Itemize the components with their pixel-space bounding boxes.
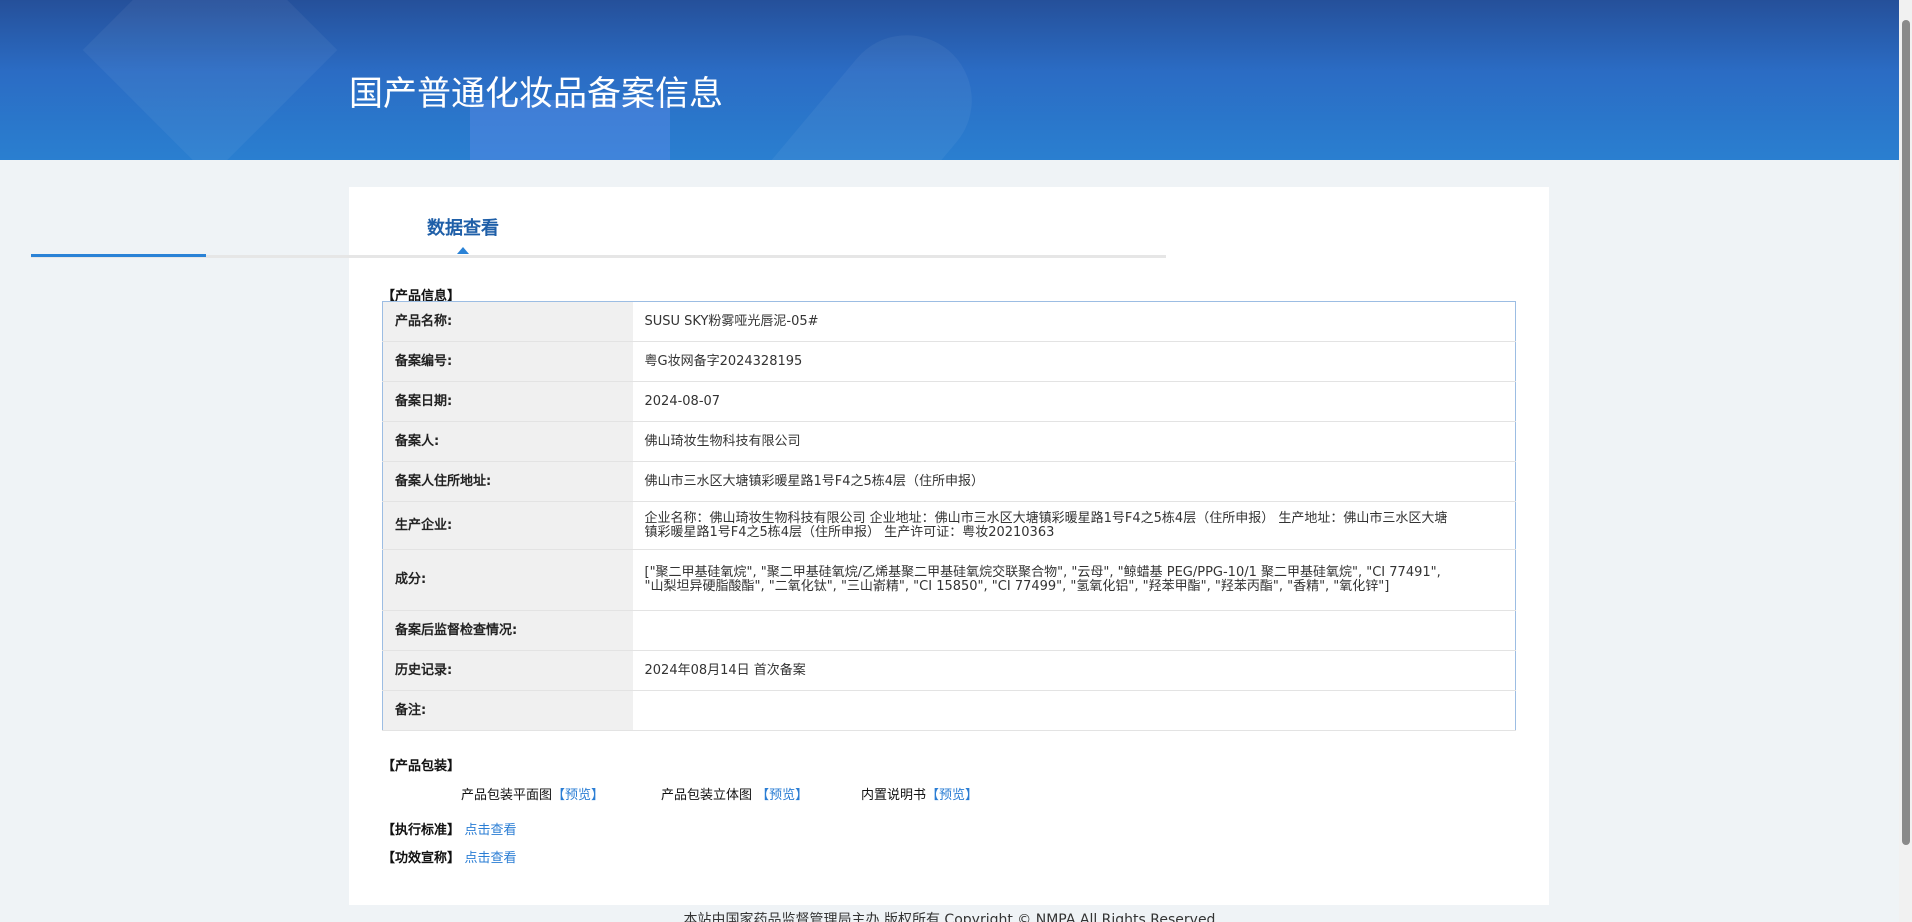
banner-decoration [731, 8, 999, 160]
packaging-label: 产品包装立体图 [661, 788, 757, 803]
table-row: 历史记录: 2024年08月14日 首次备案 [382, 650, 1516, 691]
table-row: 备案日期: 2024-08-07 [382, 381, 1516, 422]
scrollbar-thumb[interactable] [1902, 20, 1910, 845]
packaging-label: 内置说明书 [861, 788, 927, 803]
row-value [632, 610, 1516, 651]
tab-active-indicator [31, 254, 206, 257]
packaging-item-3d: 产品包装立体图 【预览】 [661, 784, 808, 803]
page-title: 国产普通化妆品备案信息 [349, 74, 723, 114]
row-value: 企业名称：佛山琦妆生物科技有限公司 企业地址：佛山市三水区大塘镇彩暖星路1号F4… [632, 501, 1516, 550]
table-row: 产品名称: SUSU SKY粉雾哑光唇泥-05# [382, 301, 1516, 342]
row-label: 历史记录: [382, 650, 633, 691]
row-label: 生产企业: [382, 501, 633, 550]
table-row: 成分: ["聚二甲基硅氧烷", "聚二甲基硅氧烷/乙烯基聚二甲基硅氧烷交联聚合物"… [382, 549, 1516, 611]
row-value: 粤G妆网备字2024328195 [632, 341, 1516, 382]
table-row: 备案人住所地址: 佛山市三水区大塘镇彩暖星路1号F4之5栋4层（住所申报） [382, 461, 1516, 502]
row-value [632, 690, 1516, 731]
preview-link-flat[interactable]: 【预览】 [552, 788, 604, 803]
row-value: SUSU SKY粉雾哑光唇泥-05# [632, 301, 1516, 342]
row-value: 2024年08月14日 首次备案 [632, 650, 1516, 691]
row-value: 佛山市三水区大塘镇彩暖星路1号F4之5栋4层（住所申报） [632, 461, 1516, 502]
row-value: 2024-08-07 [632, 381, 1516, 422]
table-row: 备注: [382, 690, 1516, 731]
row-value: ["聚二甲基硅氧烷", "聚二甲基硅氧烷/乙烯基聚二甲基硅氧烷交联聚合物", "… [632, 549, 1516, 611]
standard-label: 【执行标准】 [382, 823, 461, 838]
standard-row: 【执行标准】 点击查看 [382, 819, 517, 838]
packaging-label: 产品包装平面图 [461, 788, 553, 803]
row-label: 备案后监督检查情况: [382, 610, 633, 651]
row-label: 备案人: [382, 421, 633, 462]
table-row: 备案编号: 粤G妆网备字2024328195 [382, 341, 1516, 382]
row-label: 备案日期: [382, 381, 633, 422]
efficacy-label: 【功效宣称】 [382, 851, 461, 866]
table-row: 备案人: 佛山琦妆生物科技有限公司 [382, 421, 1516, 462]
product-info-table: 产品名称: SUSU SKY粉雾哑光唇泥-05# 备案编号: 粤G妆网备字20243… [382, 301, 1516, 731]
standard-view-link[interactable]: 点击查看 [465, 823, 517, 838]
caret-up-icon [457, 247, 469, 254]
packaging-item-manual: 内置说明书【预览】 [861, 784, 978, 803]
row-label: 产品名称: [382, 301, 633, 342]
table-row: 生产企业: 企业名称：佛山琦妆生物科技有限公司 企业地址：佛山市三水区大塘镇彩暖星… [382, 501, 1516, 550]
footer: 本站由国家药品监督管理局主办 版权所有 Copyright © NMPA All… [0, 905, 1899, 922]
row-label: 备案人住所地址: [382, 461, 633, 502]
tab-data-view[interactable]: 数据查看 [427, 214, 499, 240]
scrollbar[interactable] [1899, 0, 1912, 922]
preview-link-3d[interactable]: 【预览】 [756, 788, 808, 803]
preview-link-manual[interactable]: 【预览】 [926, 788, 978, 803]
row-label: 备注: [382, 690, 633, 731]
row-label: 备案编号: [382, 341, 633, 382]
efficacy-view-link[interactable]: 点击查看 [465, 851, 517, 866]
efficacy-row: 【功效宣称】 点击查看 [382, 847, 517, 866]
row-value: 佛山琦妆生物科技有限公司 [632, 421, 1516, 462]
banner-decoration [82, 0, 338, 160]
packaging-item-flat: 产品包装平面图【预览】 [461, 784, 604, 803]
row-label: 成分: [382, 549, 633, 611]
table-row: 备案后监督检查情况: [382, 610, 1516, 651]
header-banner: 国产普通化妆品备案信息 [0, 0, 1899, 160]
packaging-heading: 【产品包装】 [382, 759, 461, 774]
